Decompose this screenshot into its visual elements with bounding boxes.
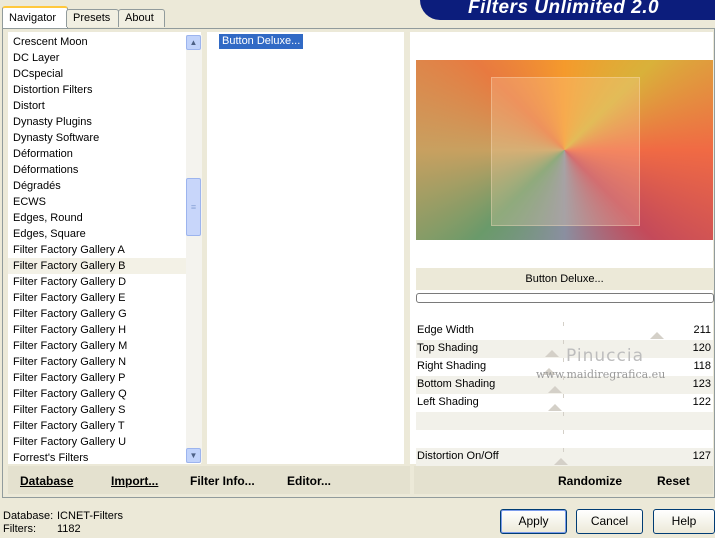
category-item[interactable]: Distort [8,98,201,114]
import-button[interactable]: Import... [111,474,158,488]
category-item[interactable]: Filter Factory Gallery U [8,434,201,450]
slider-thumb[interactable] [650,332,664,339]
category-item[interactable]: DCspecial [8,66,201,82]
slider-tick [563,448,564,452]
brand-title: Filters Unlimited 2.0 [468,0,660,18]
slider-tick [563,340,564,344]
tab-presets[interactable]: Presets [66,9,119,27]
category-item[interactable]: Crescent Moon [8,34,201,50]
category-item[interactable]: Dégradés [8,178,201,194]
category-item[interactable]: Filter Factory Gallery E [8,290,201,306]
category-list[interactable]: Crescent Moon DC Layer DCspecial Distortion… [8,32,201,464]
param-value: 120 [692,342,711,354]
slider-thumb[interactable] [548,404,562,411]
category-item[interactable]: Filter Factory Gallery B [8,258,201,274]
param-label: Edge Width [417,324,474,336]
category-item[interactable]: Filter Factory Gallery A [8,242,201,258]
category-item[interactable]: Filter Factory Gallery Q [8,386,201,402]
watermark-name: Pinuccia [566,346,644,366]
category-item[interactable]: Forrest's Filters [8,450,201,464]
param-label: Top Shading [417,342,479,354]
reset-button[interactable]: Reset [657,474,690,488]
param-label: Distortion On/Off [417,450,499,462]
category-item[interactable]: Filter Factory Gallery M [8,338,201,354]
apply-button[interactable]: Apply [500,509,567,534]
randomize-button[interactable]: Randomize [558,474,622,488]
scroll-up-button[interactable]: ▲ [186,35,201,50]
param-slider[interactable]: Left Shading 122 [416,394,713,412]
category-item[interactable]: Dynasty Plugins [8,114,201,130]
param-slider[interactable]: Edge Width 211 [416,322,713,340]
editor-button[interactable]: Editor... [287,474,331,488]
param-label: Right Shading [417,360,487,372]
param-value: 127 [692,450,711,462]
slider-thumb[interactable] [554,458,568,465]
progress-bar [416,293,714,303]
param-empty-row [416,412,713,430]
param-empty-row [416,430,713,448]
filters-label: Filters: [3,523,36,535]
category-item[interactable]: Filter Factory Gallery T [8,418,201,434]
database-value: ICNET-Filters [57,510,123,522]
preview-image [416,60,713,240]
param-slider[interactable]: Distortion On/Off 127 [416,448,713,466]
slider-tick [563,394,564,398]
category-item[interactable]: ECWS [8,194,201,210]
help-button[interactable]: Help [653,509,715,534]
category-item[interactable]: Filter Factory Gallery S [8,402,201,418]
category-item[interactable]: Dynasty Software [8,130,201,146]
param-value: 211 [693,324,711,336]
database-label: Database: [3,510,54,522]
param-value: 122 [692,396,711,408]
watermark-url: www.maidiregrafica.eu [536,368,666,381]
category-item[interactable]: Filter Factory Gallery H [8,322,201,338]
slider-tick [563,430,564,434]
param-slider[interactable]: Top Shading 120 [416,340,713,358]
category-item[interactable]: Distortion Filters [8,82,201,98]
filter-info-button[interactable]: Filter Info... [190,474,255,488]
filter-list[interactable]: Button Deluxe... [207,32,404,464]
category-item[interactable]: Edges, Square [8,226,201,242]
filter-item-button-deluxe[interactable]: Button Deluxe... [219,34,304,49]
category-item[interactable]: Edges, Round [8,210,201,226]
category-item[interactable]: Filter Factory Gallery N [8,354,201,370]
preview-caption: Button Deluxe... [416,268,713,290]
scroll-down-button[interactable]: ▼ [186,448,201,463]
tab-navigator[interactable]: Navigator [2,6,68,29]
category-scrollbar[interactable]: ▲ ≡ ▼ [186,35,202,463]
param-value: 118 [693,360,711,372]
slider-tick [563,322,564,326]
category-item[interactable]: Déformation [8,146,201,162]
category-item[interactable]: Filter Factory Gallery D [8,274,201,290]
param-label: Left Shading [417,396,479,408]
cancel-button[interactable]: Cancel [576,509,643,534]
scroll-thumb[interactable]: ≡ [186,178,201,236]
param-value: 123 [692,378,711,390]
slider-thumb[interactable] [548,386,562,393]
category-item[interactable]: Filter Factory Gallery P [8,370,201,386]
slider-tick [563,358,564,362]
category-item[interactable]: DC Layer [8,50,201,66]
slider-thumb[interactable] [545,350,559,357]
param-label: Bottom Shading [417,378,496,390]
database-button[interactable]: Database [20,474,73,488]
filters-count: 1182 [57,523,81,535]
tab-about[interactable]: About [118,9,165,27]
slider-tick [563,412,564,416]
category-item[interactable]: Filter Factory Gallery G [8,306,201,322]
category-item[interactable]: Déformations [8,162,201,178]
